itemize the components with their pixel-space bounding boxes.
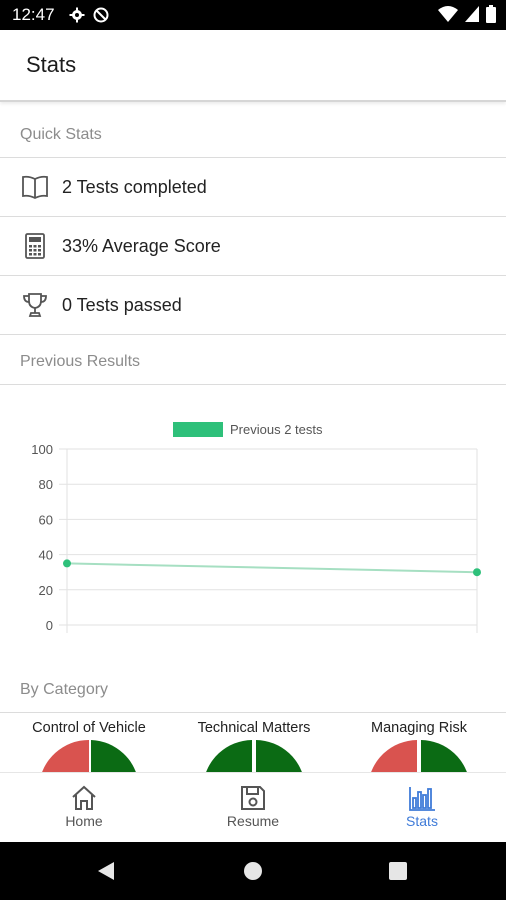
book-icon [20,172,50,202]
by-category-header: By Category [20,681,109,698]
divider [0,712,506,713]
previous-results-chart: 0 20 40 60 80 100 Previous 2 tests [31,422,481,633]
home-icon [72,785,96,810]
stat-label: 2 Tests completed [62,176,207,197]
data-point [473,568,481,577]
category-technical-matters: Technical Matters [170,720,338,736]
wifi-icon [438,6,458,22]
nav-label: Home [65,813,103,829]
status-bar: 12:47 [0,0,506,30]
battery-icon [486,5,496,23]
nav-label: Resume [226,813,280,829]
divider [0,334,506,335]
y-tick-label: 60 [39,512,53,527]
y-tick-label: 0 [46,618,53,633]
data-point [63,559,71,568]
stat-label: 33% Average Score [62,235,221,256]
settings-gear-icon [69,7,85,23]
previous-results-header: Previous Results [20,353,141,370]
divider [0,384,506,385]
legend-label: Previous 2 tests [230,422,323,437]
page-title: Stats [26,52,77,77]
nav-stats[interactable]: Stats [338,783,506,829]
floppy-disk-icon [241,786,265,810]
category-label: Control of Vehicle [32,720,146,736]
back-icon[interactable] [96,861,116,881]
calculator-icon [20,231,50,261]
stat-tests-passed: 0 Tests passed [0,276,506,334]
do-not-disturb-icon [93,7,109,23]
y-tick-label: 80 [39,477,53,492]
series-line [66,562,478,574]
status-time: 12:47 [12,5,55,24]
app-bar: Stats [0,30,506,102]
home-button-icon[interactable] [243,861,263,881]
y-tick-label: 20 [39,583,53,598]
y-tick-label: 100 [31,442,53,457]
nav-home[interactable]: Home [0,783,168,829]
recents-icon[interactable] [389,862,407,880]
cellular-signal-icon [465,6,479,22]
android-navigation-bar [0,842,506,900]
y-tick-label: 40 [39,548,53,563]
quick-stats-header: Quick Stats [20,126,102,143]
category-label: Managing Risk [371,720,467,736]
nav-label: Stats [406,813,438,829]
category-managing-risk: Managing Risk [335,720,503,736]
stat-average-score: 33% Average Score [0,217,506,275]
trophy-icon [20,290,50,320]
nav-resume[interactable]: Resume [169,783,337,829]
bottom-navigation: Home Resume Stats [0,772,506,843]
bar-chart-icon [409,787,435,811]
category-control-of-vehicle: Control of Vehicle [5,720,173,736]
stat-label: 0 Tests passed [62,294,182,315]
stat-tests-completed: 2 Tests completed [0,158,506,216]
legend-swatch [173,422,223,437]
category-label: Technical Matters [197,720,311,736]
